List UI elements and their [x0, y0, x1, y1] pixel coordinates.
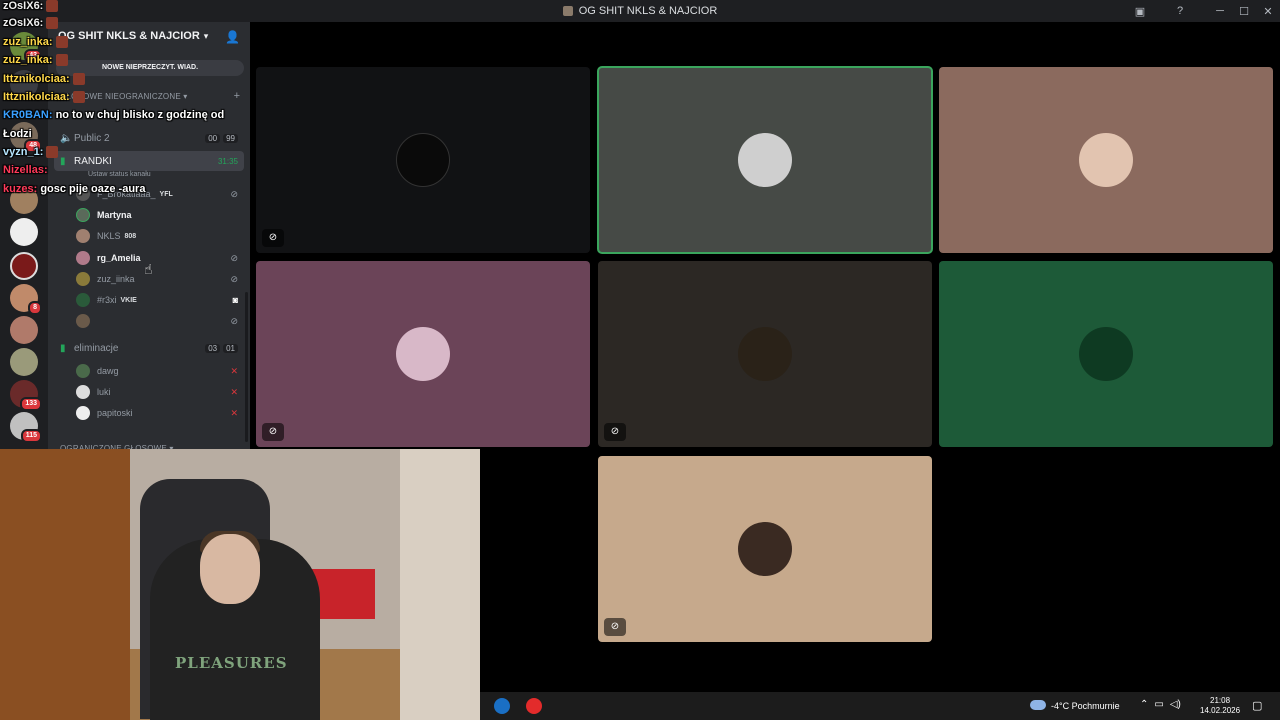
server-icon[interactable]: 8 [10, 284, 42, 315]
chat-line: Ittznikolciaa: [3, 91, 85, 104]
server-icon [562, 6, 573, 16]
voice-user[interactable]: #r3xi VKIE ◙ [76, 290, 242, 310]
emote-icon [72, 91, 85, 104]
voice-activity-icon: ▮ [60, 342, 66, 354]
mic-muted-icon: ⊘ [230, 273, 238, 284]
window-title: OG SHIT NKLS & NAJCIOR [578, 5, 718, 17]
chat-line: Ittznikolciaa: [3, 73, 85, 86]
mic-muted-icon: ⊘ [262, 229, 284, 247]
participant-tile[interactable] [939, 261, 1273, 447]
network-icon[interactable]: ▭ [1154, 699, 1163, 710]
voice-user[interactable]: dawg ✕ [76, 361, 242, 381]
notifications-icon[interactable]: ▢ [1252, 699, 1262, 712]
server-icon[interactable]: 115 [10, 412, 42, 443]
screen-share-icon[interactable]: ▣ [1128, 5, 1152, 18]
maximize-button[interactable]: ☐ [1232, 5, 1256, 18]
weather-widget[interactable]: -4°C Pochmurnie [1051, 701, 1120, 711]
emote-icon [46, 146, 59, 159]
emote-icon [72, 73, 85, 86]
vr-icon: ◙ [232, 295, 238, 305]
voice-user[interactable]: ⊘ [76, 311, 242, 331]
voice-user[interactable]: zuz_iinka ⊘ [76, 269, 242, 289]
participant-tile[interactable]: ⊘ [598, 456, 932, 642]
voice-user[interactable]: luki ✕ [76, 382, 242, 402]
avatar [76, 406, 90, 420]
server-icon[interactable] [10, 252, 38, 280]
avatar [76, 364, 90, 378]
participant-tile[interactable]: ⊘ [256, 67, 590, 253]
participant-tile[interactable]: ⊘ [256, 261, 590, 447]
chat-line: kuzes: gosc pije oaze -aura [3, 183, 146, 195]
sidebar-scrollbar[interactable] [245, 292, 248, 442]
participant-tile[interactable] [939, 67, 1273, 253]
chat-line: zuz_inka: [3, 54, 68, 67]
emote-icon [46, 0, 59, 13]
system-tray[interactable]: ⌃ ▭ ◁) [1140, 699, 1181, 710]
youtube-icon[interactable] [526, 698, 542, 714]
minimize-button[interactable]: ─ [1208, 5, 1232, 17]
mic-muted-icon: ⊘ [604, 423, 626, 441]
steam-icon[interactable] [494, 698, 510, 714]
avatar [738, 133, 792, 187]
mic-muted-icon: ⊘ [262, 423, 284, 441]
deafened-icon: ✕ [230, 365, 238, 376]
chevron-up-icon[interactable]: ⌃ [1140, 699, 1148, 710]
volume-icon[interactable]: ◁) [1170, 699, 1181, 710]
mic-muted-icon: ⊘ [230, 252, 238, 263]
voice-user[interactable]: NKLS 808 [76, 226, 242, 246]
mic-muted-icon: ⊘ [230, 315, 238, 326]
voice-user[interactable]: rg_Amelia ⊘ [76, 248, 242, 268]
chat-line: Łodzi [3, 128, 32, 140]
deafened-icon: ✕ [230, 386, 238, 397]
taskbar: -4°C Pochmurnie ⌃ ▭ ◁) 21:08 14.02.2026 ▢ [480, 692, 1280, 720]
webcam-feed: PLEASURES [0, 449, 480, 720]
server-icon[interactable] [10, 316, 38, 344]
avatar [1079, 133, 1133, 187]
voice-user[interactable]: Martyna [76, 205, 242, 225]
close-button[interactable]: ✕ [1256, 5, 1280, 18]
avatar [76, 229, 90, 243]
help-icon[interactable]: ? [1168, 5, 1192, 17]
avatar [76, 314, 90, 328]
window-controls: ▣ ? ─ ☐ ✕ [1128, 0, 1280, 22]
avatar [396, 327, 450, 381]
chat-line: KR0BAN: no to w chuj blisko z godzinę od [3, 109, 225, 121]
participant-tile[interactable]: ⊘ [598, 261, 932, 447]
mouse-cursor-icon: ☝ [144, 261, 153, 277]
emote-icon [55, 54, 68, 67]
voice-user[interactable]: papitoski ✕ [76, 403, 242, 423]
stream-chat-overlay: zOsIX6: zOsIX6: zuz_inka: zuz_inka: Ittz… [0, 0, 250, 200]
cloud-icon [1030, 700, 1046, 710]
chat-line: zOsIX6: [3, 0, 59, 13]
participant-tile[interactable] [597, 66, 933, 254]
chat-line: vyzn_1: [3, 146, 59, 159]
hoodie-print: PLEASURES [175, 654, 288, 672]
avatar [76, 272, 90, 286]
avatar [738, 522, 792, 576]
avatar [76, 251, 90, 265]
avatar [76, 293, 90, 307]
deafened-icon: ✕ [230, 407, 238, 418]
door [0, 449, 130, 720]
avatar [76, 385, 90, 399]
emote-icon [46, 17, 59, 30]
emote-icon [55, 36, 68, 49]
avatar [738, 327, 792, 381]
avatar [76, 208, 90, 222]
chat-line: Nizellas: [3, 164, 48, 176]
avatar [1079, 327, 1133, 381]
chat-line: zOsIX6: [3, 17, 59, 30]
mic-muted-icon: ⊘ [604, 618, 626, 636]
clock[interactable]: 21:08 14.02.2026 [1200, 696, 1240, 716]
avatar [396, 133, 450, 187]
server-icon[interactable] [10, 348, 38, 376]
chat-line: zuz_inka: [3, 36, 68, 49]
channel-eliminacje[interactable]: ▮ eliminacje 03 01 [54, 338, 244, 358]
server-icon[interactable] [10, 218, 38, 246]
server-icon[interactable]: 133 [10, 380, 42, 411]
